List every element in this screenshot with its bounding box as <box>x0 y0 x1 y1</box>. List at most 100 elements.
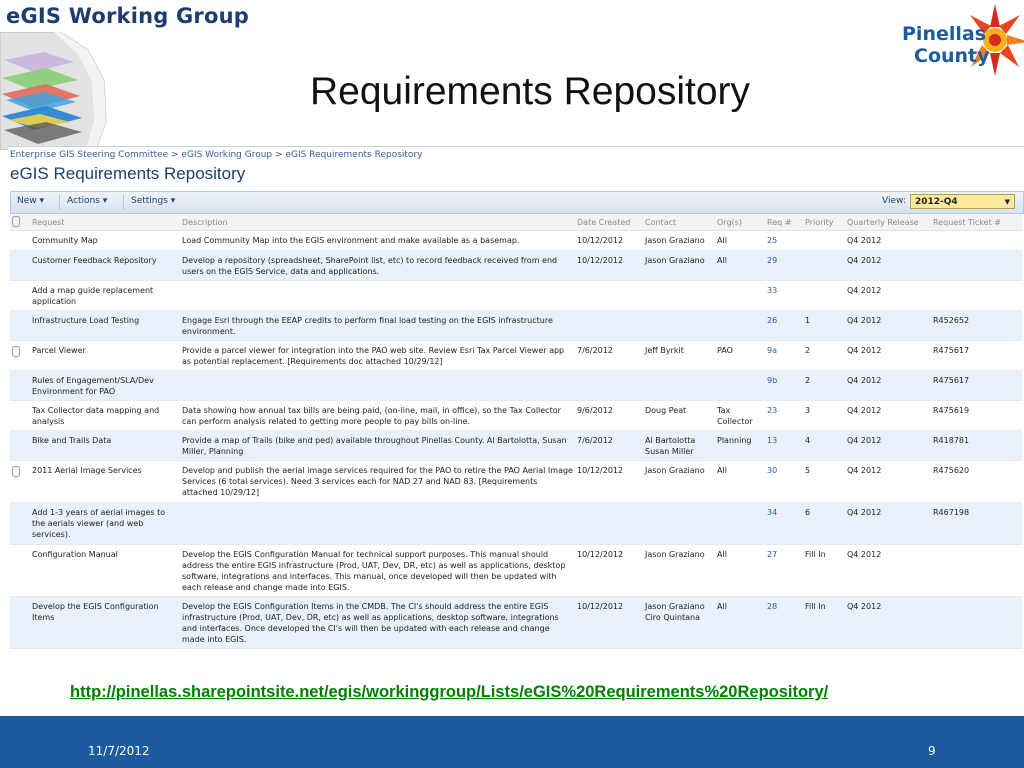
requirements-table: Request Description Date Created Contact… <box>10 214 1022 649</box>
cell-request: Parcel Viewer <box>30 340 180 371</box>
breadcrumb-link-steering-committee[interactable]: Enterprise GIS Steering Committee <box>10 150 168 160</box>
cell-req-number[interactable]: 30 <box>765 460 803 503</box>
cell-attachment <box>10 544 30 597</box>
cell-date-created: 9/6/2012 <box>575 400 643 431</box>
cell-request: Infrastructure Load Testing <box>30 310 180 341</box>
cell-request: Develop the EGIS Configuration Items <box>30 596 180 649</box>
cell-contact: Al Bartolotta Susan Miller <box>643 430 715 461</box>
cell-req-number[interactable]: 33 <box>765 280 803 311</box>
table-body: Community Map Load Community Map into the… <box>10 230 1022 649</box>
cell-date-created: 7/6/2012 <box>575 430 643 461</box>
cell-request-ticket <box>931 280 1022 311</box>
cell-quarterly-release: Q4 2012 <box>845 280 931 311</box>
cell-date-created: 10/12/2012 <box>575 230 643 251</box>
settings-menu-button[interactable]: Settings ▾ <box>131 196 175 206</box>
column-header-contact[interactable]: Contact <box>643 214 715 231</box>
cell-orgs: All <box>715 596 765 649</box>
cell-request-ticket: R475620 <box>931 460 1022 503</box>
view-select-value: 2012-Q4 <box>915 197 958 207</box>
cell-date-created: 10/12/2012 <box>575 596 643 649</box>
column-header-request-ticket[interactable]: Request Ticket # <box>931 214 1022 231</box>
cell-req-number[interactable]: 9a <box>765 340 803 371</box>
table-row[interactable]: 2011 Aerial Image Services Develop and pu… <box>10 460 1022 503</box>
table-row[interactable]: Customer Feedback Repository Develop a re… <box>10 250 1022 281</box>
cell-priority <box>803 280 845 311</box>
cell-request: Add a map guide replacement application <box>30 280 180 311</box>
table-row[interactable]: Add a map guide replacement application 3… <box>10 280 1022 311</box>
table-header-row: Request Description Date Created Contact… <box>10 214 1022 231</box>
column-header-date-created[interactable]: Date Created <box>575 214 643 231</box>
table-row[interactable]: Bike and Trails Data Provide a map of Tra… <box>10 430 1022 461</box>
cell-quarterly-release: Q4 2012 <box>845 400 931 431</box>
actions-menu-button[interactable]: Actions ▾ <box>67 196 107 206</box>
cell-req-number[interactable]: 26 <box>765 310 803 341</box>
table-row[interactable]: Community Map Load Community Map into the… <box>10 230 1022 251</box>
column-header-request[interactable]: Request <box>30 214 180 231</box>
cell-req-number[interactable]: 27 <box>765 544 803 597</box>
view-select[interactable]: 2012-Q4 ▼ <box>910 194 1015 209</box>
cell-description: Develop and publish the aerial image ser… <box>180 460 575 503</box>
chevron-down-icon: ▾ <box>39 196 45 206</box>
cell-quarterly-release: Q4 2012 <box>845 230 931 251</box>
cell-req-number[interactable]: 13 <box>765 430 803 461</box>
cell-attachment <box>10 230 30 251</box>
new-menu-button[interactable]: New ▾ <box>17 196 44 206</box>
cell-attachment <box>10 502 30 545</box>
cell-orgs: All <box>715 460 765 503</box>
cell-date-created: 7/6/2012 <box>575 340 643 371</box>
table-row[interactable]: Develop the EGIS Configuration Items Deve… <box>10 596 1022 649</box>
cell-description: Engage Esri through the EEAP credits to … <box>180 310 575 341</box>
column-header-quarterly-release[interactable]: Quarterly Release <box>845 214 931 231</box>
new-menu-label: New <box>17 196 37 206</box>
table-row[interactable]: Parcel Viewer Provide a parcel viewer for… <box>10 340 1022 371</box>
table-row[interactable]: Infrastructure Load Testing Engage Esri t… <box>10 310 1022 341</box>
cell-contact <box>643 502 715 545</box>
cell-orgs: All <box>715 250 765 281</box>
cell-contact: Jason Graziano <box>643 460 715 503</box>
cell-description: Develop the EGIS Configuration Manual fo… <box>180 544 575 597</box>
cell-priority: 1 <box>803 310 845 341</box>
cell-req-number[interactable]: 28 <box>765 596 803 649</box>
column-header-req-number[interactable]: Req # <box>765 214 803 231</box>
cell-attachment <box>10 340 30 371</box>
table-row[interactable]: Rules of Engagement/SLA/Dev Environment … <box>10 370 1022 401</box>
column-header-orgs[interactable]: Org(s) <box>715 214 765 231</box>
cell-orgs <box>715 310 765 341</box>
breadcrumb-separator: > <box>275 150 283 160</box>
footer-page-number: 9 <box>928 744 936 758</box>
cell-orgs: Tax Collector <box>715 400 765 431</box>
cell-attachment <box>10 250 30 281</box>
cell-req-number[interactable]: 29 <box>765 250 803 281</box>
list-url-link[interactable]: http://pinellas.sharepointsite.net/egis/… <box>70 683 828 702</box>
cell-req-number[interactable]: 23 <box>765 400 803 431</box>
cell-req-number[interactable]: 25 <box>765 230 803 251</box>
column-header-priority[interactable]: Priority <box>803 214 845 231</box>
cell-contact <box>643 280 715 311</box>
breadcrumb-link-working-group[interactable]: eGIS Working Group <box>181 150 272 160</box>
cell-priority: 4 <box>803 430 845 461</box>
cell-date-created: 10/12/2012 <box>575 460 643 503</box>
table-row[interactable]: Add 1-3 years of aerial images to the ae… <box>10 502 1022 545</box>
table-row[interactable]: Configuration Manual Develop the EGIS Con… <box>10 544 1022 597</box>
cell-req-number[interactable]: 34 <box>765 502 803 545</box>
cell-attachment <box>10 460 30 503</box>
cell-orgs <box>715 370 765 401</box>
cell-quarterly-release: Q4 2012 <box>845 502 931 545</box>
cell-orgs: All <box>715 544 765 597</box>
cell-req-number[interactable]: 9b <box>765 370 803 401</box>
cell-request: Bike and Trails Data <box>30 430 180 461</box>
cell-request-ticket: R452652 <box>931 310 1022 341</box>
chevron-down-icon: ▼ <box>1004 198 1010 206</box>
cell-orgs: PAO <box>715 340 765 371</box>
column-header-description[interactable]: Description <box>180 214 575 231</box>
cell-request: Add 1-3 years of aerial images to the ae… <box>30 502 180 545</box>
footer-date: 11/7/2012 <box>88 744 150 758</box>
cell-contact <box>643 310 715 341</box>
cell-request-ticket: R475619 <box>931 400 1022 431</box>
attachment-column-header[interactable] <box>10 214 30 231</box>
cell-description: Develop the EGIS Configuration Items in … <box>180 596 575 649</box>
cell-date-created: 10/12/2012 <box>575 544 643 597</box>
cell-priority: Fill In <box>803 596 845 649</box>
table-row[interactable]: Tax Collector data mapping and analysis D… <box>10 400 1022 431</box>
cell-priority <box>803 230 845 251</box>
